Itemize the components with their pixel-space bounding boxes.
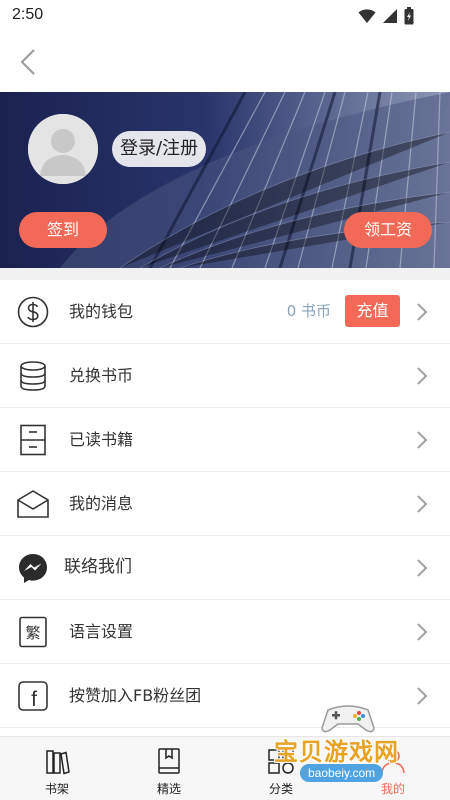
traditional-char-glyph: 繁 — [25, 624, 40, 642]
battery-icon — [404, 7, 414, 25]
profile-icon — [381, 749, 405, 774]
menu-label-read-books: 已读书籍 — [69, 430, 134, 449]
bottom-nav: 书架 精选 分类 我的 — [0, 736, 450, 800]
menu-label-messages: 我的消息 — [69, 494, 134, 513]
facebook-icon: f — [16, 679, 50, 713]
chevron-right-icon — [417, 495, 428, 513]
category-grid-icon — [268, 749, 294, 774]
avatar[interactable] — [28, 114, 98, 184]
chevron-right-icon — [417, 431, 428, 449]
menu-label-facebook-fans: 按赞加入FB粉丝团 — [69, 686, 202, 705]
status-bar: 2:50 — [0, 0, 450, 34]
dollar-coin-icon — [16, 295, 50, 329]
messenger-icon — [16, 551, 50, 585]
menu-label-wallet: 我的钱包 — [69, 302, 134, 321]
chevron-right-icon — [417, 623, 428, 641]
chevron-right-icon — [417, 687, 428, 705]
cabinet-icon — [16, 423, 50, 457]
top-bar — [0, 34, 450, 92]
status-time: 2:50 — [12, 6, 44, 23]
menu-item-language[interactable]: 繁 语言设置 — [0, 600, 450, 664]
coin-balance: 0 书币 — [286, 302, 331, 320]
menu-label-contact-us: 联络我们 — [64, 557, 132, 577]
default-user-icon — [28, 114, 98, 184]
envelope-icon — [16, 487, 50, 521]
book-icon — [158, 748, 180, 774]
nav-label-profile: 我的 — [380, 782, 405, 796]
chevron-right-icon — [417, 367, 428, 385]
menu-item-wallet[interactable]: 我的钱包 0 书币 充值 — [0, 280, 450, 344]
nav-label-bookshelf: 书架 — [44, 782, 69, 796]
login-register-link[interactable]: 登录/注册 — [112, 131, 207, 167]
signal-icon — [383, 9, 397, 23]
chevron-right-icon — [417, 559, 428, 577]
menu-item-messages[interactable]: 我的消息 — [0, 472, 450, 536]
back-button[interactable] — [12, 46, 44, 78]
facebook-glyph: f — [31, 688, 37, 711]
menu-item-read-books[interactable]: 已读书籍 — [0, 408, 450, 472]
nav-item-featured[interactable]: 精选 — [129, 737, 209, 800]
nav-item-bookshelf[interactable]: 书架 — [17, 737, 97, 800]
menu-label-language: 语言设置 — [69, 622, 134, 641]
nav-label-featured: 精选 — [156, 782, 181, 796]
traditional-char-icon: 繁 — [16, 615, 50, 649]
status-icons — [358, 7, 414, 25]
nav-item-profile[interactable]: 我的 — [353, 737, 433, 800]
nav-label-category: 分类 — [268, 782, 293, 796]
recharge-button[interactable]: 充值 — [345, 295, 400, 327]
back-chevron-icon — [20, 49, 35, 75]
sign-in-button[interactable]: 签到 — [19, 212, 107, 248]
menu-item-facebook-fans[interactable]: f 按赞加入FB粉丝团 — [0, 664, 450, 728]
chevron-right-icon — [417, 303, 428, 321]
menu-label-exchange-coins: 兑换书币 — [69, 366, 134, 385]
menu-item-contact-us[interactable]: 联络我们 — [0, 536, 450, 600]
menu-list: 我的钱包 0 书币 充值 兑换书币 已读书籍 我的消息 联络我们 繁 语言设置 … — [0, 280, 450, 728]
coin-stack-icon — [16, 359, 50, 393]
menu-item-exchange-coins[interactable]: 兑换书币 — [0, 344, 450, 408]
collect-salary-button[interactable]: 领工资 — [344, 212, 432, 248]
section-divider — [0, 268, 450, 280]
wifi-icon — [358, 9, 376, 23]
bookshelf-icon — [46, 750, 70, 775]
nav-item-category[interactable]: 分类 — [241, 737, 321, 800]
